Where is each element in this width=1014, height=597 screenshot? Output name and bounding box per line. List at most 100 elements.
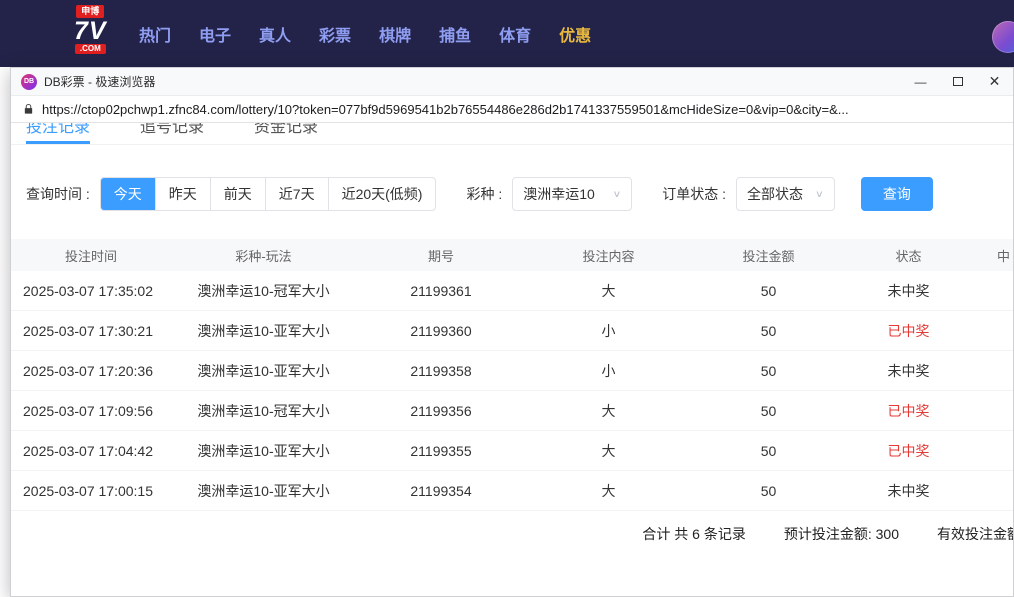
tab-bar: 投注记录 追号记录 资金记录 bbox=[11, 123, 1013, 145]
table-cell: 2025-03-07 17:00:15 bbox=[11, 483, 171, 499]
table-body: 2025-03-07 17:35:02澳洲幸运10-冠军大小21199361大5… bbox=[11, 271, 1013, 511]
chevron-down-icon: ∨ bbox=[815, 188, 824, 199]
lottery-filter-label: 彩种 : bbox=[466, 184, 502, 204]
tab-bar-inner: 投注记录 追号记录 资金记录 bbox=[26, 123, 318, 144]
tab[interactable]: 资金记录 bbox=[254, 123, 318, 144]
nav-item[interactable]: 捕鱼 bbox=[439, 22, 471, 46]
nav-item[interactable]: 热门 bbox=[139, 22, 171, 46]
nav-item[interactable]: 体育 bbox=[499, 22, 531, 46]
table-cell: 澳洲幸运10-亚军大小 bbox=[171, 361, 356, 381]
minimize-button[interactable]: — bbox=[902, 68, 939, 96]
table-cell: 小 bbox=[526, 321, 691, 341]
window-title: DB彩票 - 极速浏览器 bbox=[44, 73, 155, 90]
nav-item[interactable]: 优惠 bbox=[559, 22, 591, 46]
table-cell: 2025-03-07 17:30:21 bbox=[11, 323, 171, 339]
close-button[interactable]: ✕ bbox=[976, 68, 1013, 96]
nav-item[interactable]: 彩票 bbox=[319, 22, 351, 46]
time-option[interactable]: 今天 bbox=[101, 178, 155, 210]
table-cell: 21199360 bbox=[356, 323, 526, 339]
table-cell: 澳洲幸运10-冠军大小 bbox=[171, 401, 356, 421]
table-header-cell: 中 bbox=[971, 246, 1013, 265]
site-header: 申博 7V .COM 热门 电子 真人 彩票 棋牌 捕鱼 体育 优惠 bbox=[0, 0, 1014, 67]
table-cell: 大 bbox=[526, 441, 691, 461]
chevron-down-icon: ∨ bbox=[612, 188, 621, 199]
table-header-cell: 状态 bbox=[846, 246, 971, 265]
time-filter-label: 查询时间 : bbox=[26, 184, 90, 204]
table-cell: 澳洲幸运10-亚军大小 bbox=[171, 441, 356, 461]
table-cell: 2025-03-07 17:20:36 bbox=[11, 363, 171, 379]
table-cell: 50 bbox=[691, 483, 846, 499]
search-button[interactable]: 查询 bbox=[861, 177, 933, 211]
table-cell: 小 bbox=[526, 361, 691, 381]
address-bar[interactable]: https://ctop02pchwp1.zfnc84.com/lottery/… bbox=[11, 96, 1013, 123]
table-header-cell: 投注内容 bbox=[526, 246, 691, 265]
nav-item[interactable]: 电子 bbox=[199, 22, 231, 46]
table-cell: 大 bbox=[526, 481, 691, 501]
table-cell: 澳洲幸运10-亚军大小 bbox=[171, 321, 356, 341]
table-row: 2025-03-07 17:35:02澳洲幸运10-冠军大小21199361大5… bbox=[11, 271, 1013, 311]
status-filter-label: 订单状态 : bbox=[662, 184, 726, 204]
lottery-select[interactable]: 澳洲幸运10 ∨ bbox=[512, 177, 632, 211]
time-option[interactable]: 近20天(低频) bbox=[328, 178, 436, 210]
site-logo[interactable]: 申博 7V .COM bbox=[74, 5, 107, 54]
table-row: 2025-03-07 17:30:21澳洲幸运10-亚军大小21199360小5… bbox=[11, 311, 1013, 351]
logo-suffix: .COM bbox=[75, 44, 106, 54]
table-cell: 50 bbox=[691, 283, 846, 299]
maximize-button[interactable] bbox=[939, 68, 976, 96]
table-cell: 50 bbox=[691, 443, 846, 459]
site-favicon-icon: DB bbox=[21, 74, 37, 90]
nav-item[interactable]: 真人 bbox=[259, 22, 291, 46]
table-header-cell: 投注金额 bbox=[691, 246, 846, 265]
table-cell: 2025-03-07 17:04:42 bbox=[11, 443, 171, 459]
main-nav: 热门 电子 真人 彩票 棋牌 捕鱼 体育 优惠 bbox=[139, 0, 591, 67]
tab[interactable]: 投注记录 bbox=[26, 123, 90, 144]
table-cell: 2025-03-07 17:09:56 bbox=[11, 403, 171, 419]
table-cell: 50 bbox=[691, 323, 846, 339]
table-cell: 已中奖 bbox=[846, 401, 971, 421]
url-text[interactable]: https://ctop02pchwp1.zfnc84.com/lottery/… bbox=[42, 102, 849, 117]
time-option[interactable]: 昨天 bbox=[155, 178, 210, 210]
table-cell: 21199356 bbox=[356, 403, 526, 419]
status-select[interactable]: 全部状态 ∨ bbox=[736, 177, 835, 211]
table-header-cell: 期号 bbox=[356, 246, 526, 265]
logo-text: 7V bbox=[74, 18, 107, 44]
table-cell: 未中奖 bbox=[846, 481, 971, 501]
table-row: 2025-03-07 17:20:36澳洲幸运10-亚军大小21199358小5… bbox=[11, 351, 1013, 391]
table-cell: 澳洲幸运10-冠军大小 bbox=[171, 281, 356, 301]
summary-valid: 有效投注金额 bbox=[937, 524, 1013, 544]
table-row: 2025-03-07 17:04:42澳洲幸运10-亚军大小21199355大5… bbox=[11, 431, 1013, 471]
table-cell: 21199355 bbox=[356, 443, 526, 459]
table-cell: 21199361 bbox=[356, 283, 526, 299]
table-cell: 已中奖 bbox=[846, 321, 971, 341]
time-option-group: 今天昨天前天近7天近20天(低频) bbox=[100, 177, 437, 211]
table-header: 投注时间彩种-玩法期号投注内容投注金额状态中 bbox=[11, 239, 1013, 271]
status-select-value: 全部状态 bbox=[747, 184, 803, 204]
tab[interactable]: 追号记录 bbox=[140, 123, 204, 144]
table-cell: 50 bbox=[691, 403, 846, 419]
table-row: 2025-03-07 17:00:15澳洲幸运10-亚军大小21199354大5… bbox=[11, 471, 1013, 511]
time-option[interactable]: 近7天 bbox=[265, 178, 328, 210]
browser-window: DB DB彩票 - 极速浏览器 — ✕ https://ctop02pchwp1… bbox=[10, 67, 1014, 597]
page-content: 投注记录 追号记录 资金记录 查询时间 : 今天昨天前天近7天近20天(低频) 彩种… bbox=[11, 123, 1013, 596]
table-cell: 21199354 bbox=[356, 483, 526, 499]
filter-bar: 查询时间 : 今天昨天前天近7天近20天(低频) 彩种 : 澳洲幸运10 ∨ 订… bbox=[26, 177, 1013, 211]
summary-bar: 合计 共 6 条记录 预计投注金额: 300 有效投注金额 bbox=[11, 524, 1013, 544]
table-cell: 澳洲幸运10-亚军大小 bbox=[171, 481, 356, 501]
table-cell: 未中奖 bbox=[846, 281, 971, 301]
table-cell: 50 bbox=[691, 363, 846, 379]
lottery-select-value: 澳洲幸运10 bbox=[523, 184, 595, 204]
user-avatar[interactable] bbox=[992, 21, 1014, 53]
window-titlebar[interactable]: DB DB彩票 - 极速浏览器 — ✕ bbox=[11, 68, 1013, 96]
logo-badge: 申博 bbox=[76, 5, 104, 18]
table-row: 2025-03-07 17:09:56澳洲幸运10-冠军大小21199356大5… bbox=[11, 391, 1013, 431]
table-cell: 大 bbox=[526, 401, 691, 421]
table-cell: 2025-03-07 17:35:02 bbox=[11, 283, 171, 299]
window-controls: — ✕ bbox=[902, 68, 1013, 96]
lock-icon bbox=[23, 103, 34, 115]
nav-item[interactable]: 棋牌 bbox=[379, 22, 411, 46]
table-cell: 大 bbox=[526, 281, 691, 301]
table-header-cell: 投注时间 bbox=[11, 246, 171, 265]
table-header-cell: 彩种-玩法 bbox=[171, 246, 356, 265]
records-table: 投注时间彩种-玩法期号投注内容投注金额状态中 2025-03-07 17:35:… bbox=[11, 239, 1013, 511]
time-option[interactable]: 前天 bbox=[210, 178, 265, 210]
